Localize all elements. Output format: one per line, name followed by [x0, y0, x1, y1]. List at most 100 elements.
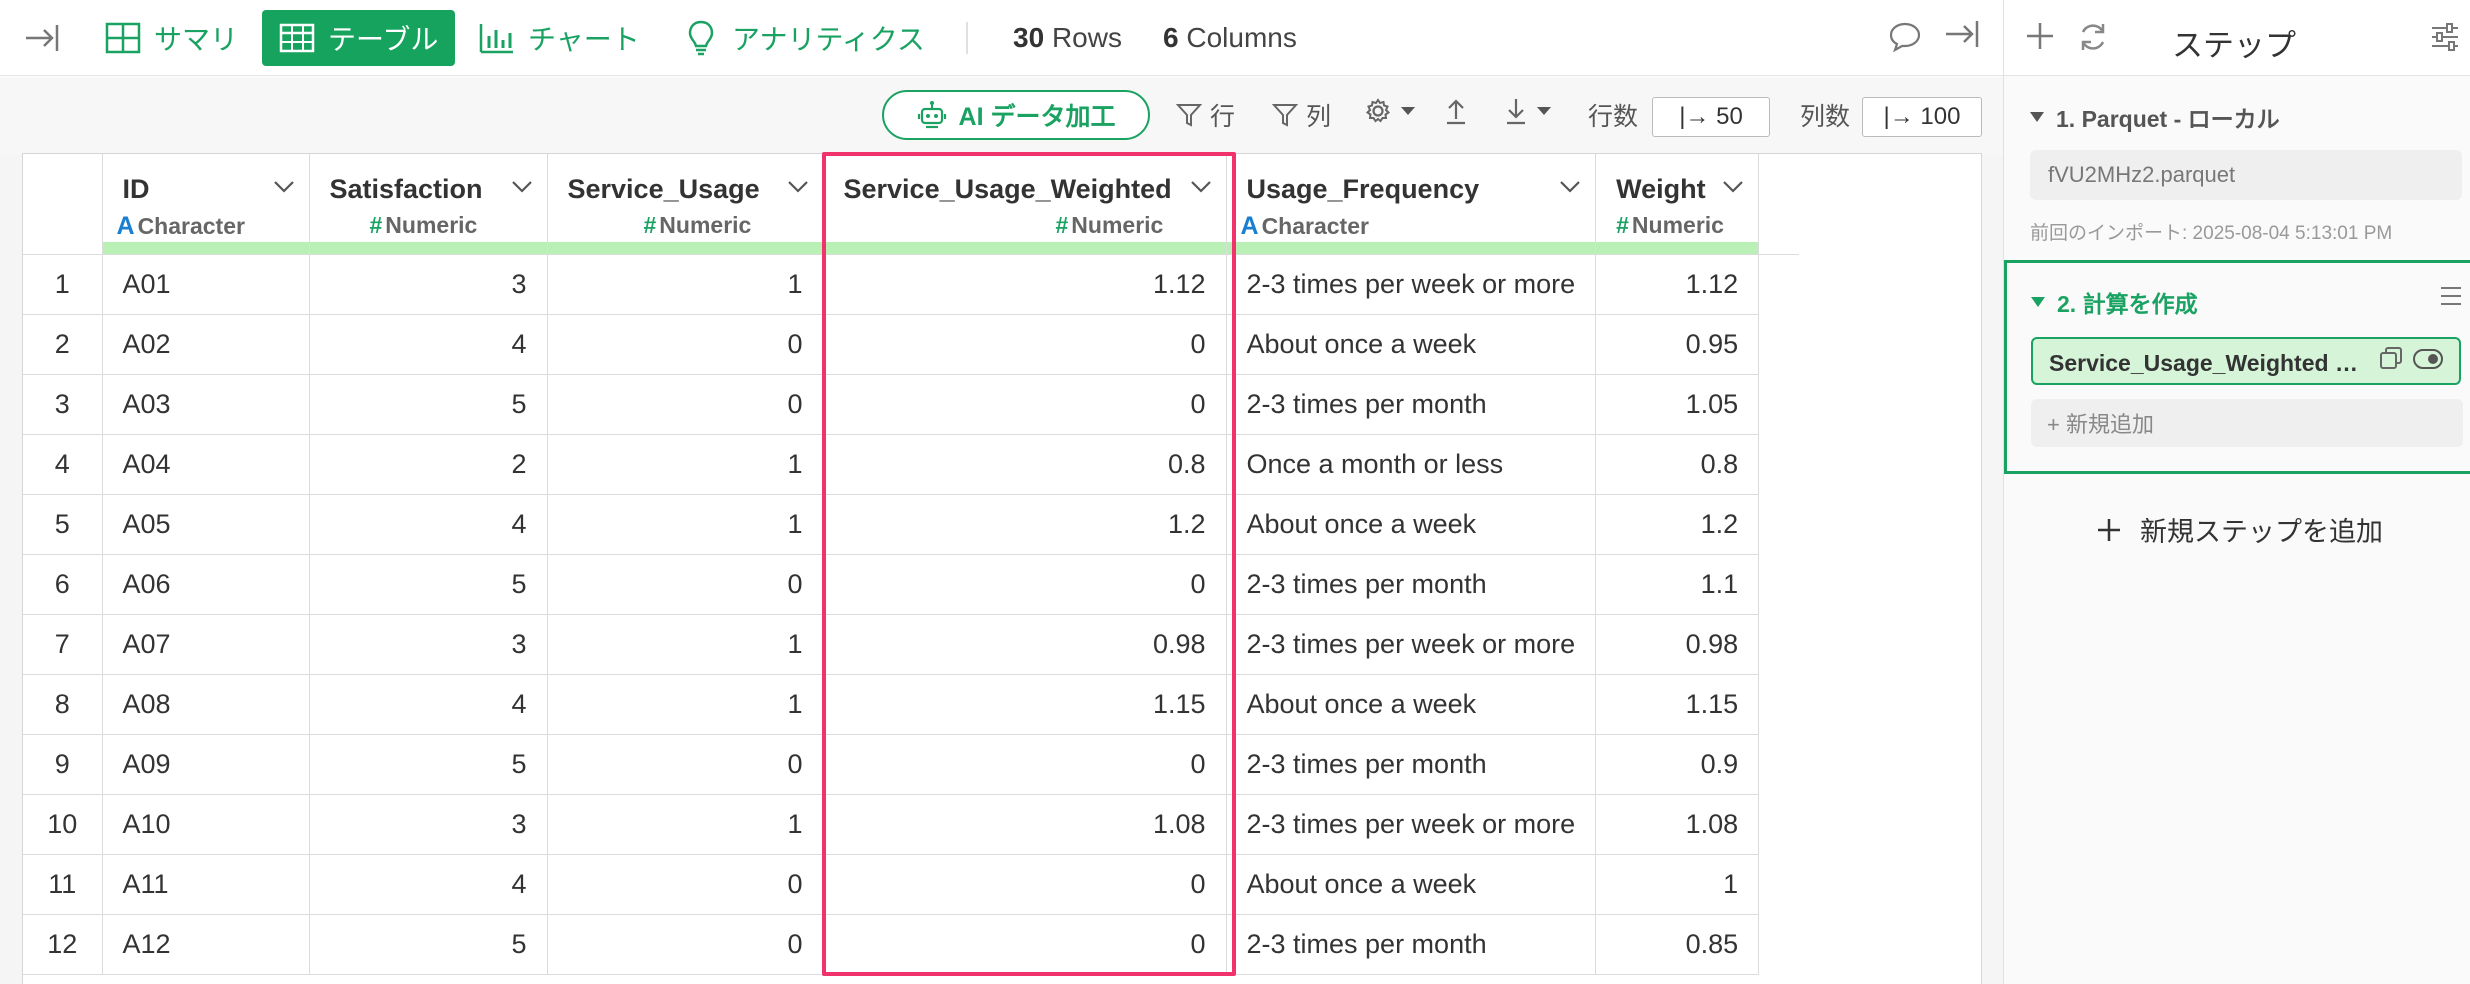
table-cell[interactable]: 1 — [547, 674, 824, 735]
table-cell[interactable]: A09 — [102, 734, 310, 795]
table-row[interactable]: 8 A08 4 1 1.15 About once a week 1.15 — [23, 674, 1799, 735]
table-cell[interactable]: 1.2 — [1595, 494, 1760, 555]
chevron-down-icon[interactable] — [1722, 180, 1744, 194]
table-row[interactable]: 9 A09 5 0 0 2-3 times per month 0.9 — [23, 734, 1799, 795]
chevron-down-icon[interactable] — [273, 180, 295, 194]
table-cell[interactable]: A10 — [102, 794, 310, 855]
table-cell[interactable]: 3 — [309, 254, 548, 315]
table-cell[interactable]: 1.12 — [823, 254, 1227, 315]
table-cell[interactable]: A01 — [102, 254, 310, 315]
column-header[interactable]: Weight # Numeric — [1595, 154, 1760, 255]
table-cell[interactable]: 0 — [547, 734, 824, 795]
column-header[interactable]: Service_Usage_Weighted # Numeric — [823, 154, 1227, 255]
chevron-down-icon[interactable] — [1559, 180, 1581, 194]
add-icon[interactable] — [2024, 20, 2056, 57]
table-cell[interactable]: About once a week — [1226, 854, 1597, 915]
table-cell[interactable]: 0 — [547, 314, 824, 375]
source-file-name[interactable]: fVU2MHz2.parquet — [2030, 150, 2462, 200]
table-cell[interactable]: 2-3 times per week or more — [1226, 614, 1597, 675]
collapse-right-icon[interactable] — [1944, 18, 1984, 58]
table-cell[interactable]: 2-3 times per month — [1226, 554, 1597, 615]
menu-icon[interactable] — [2439, 285, 2463, 312]
table-cell[interactable]: 4 — [309, 494, 548, 555]
rows-limit-input[interactable]: |→ 50 — [1652, 97, 1770, 137]
table-cell[interactable]: 1.05 — [1595, 374, 1760, 435]
tab-analytics[interactable]: アナリティクス — [666, 10, 941, 66]
table-cell[interactable]: 0 — [547, 554, 824, 615]
table-row[interactable]: 6 A06 5 0 0 2-3 times per month 1.1 — [23, 554, 1799, 615]
column-header[interactable]: ID A Character — [102, 154, 310, 255]
table-row[interactable]: 7 A07 3 1 0.98 2-3 times per week or more 0.98 — [23, 614, 1799, 675]
table-row[interactable]: 10 A10 3 1 1.08 2-3 times per week or more 1.0… — [23, 794, 1799, 855]
table-cell[interactable]: 1 — [547, 434, 824, 495]
add-new-item-button[interactable]: + 新規追加 — [2031, 399, 2463, 447]
table-row[interactable]: 3 A03 5 0 0 2-3 times per month 1.05 — [23, 374, 1799, 435]
table-cell[interactable]: 4 — [309, 674, 548, 735]
table-cell[interactable]: A05 — [102, 494, 310, 555]
column-filter-button[interactable]: 列 — [1272, 97, 1331, 133]
table-row[interactable]: 12 A12 5 0 0 2-3 times per month 0.85 — [23, 914, 1799, 975]
table-cell[interactable]: 3 — [309, 794, 548, 855]
copy-icon[interactable] — [2379, 346, 2403, 376]
table-cell[interactable]: 0 — [547, 914, 824, 975]
table-row[interactable]: 4 A04 2 1 0.8 Once a month or less 0.8 — [23, 434, 1799, 495]
column-header[interactable]: Satisfaction # Numeric — [309, 154, 548, 255]
step-2-title[interactable]: 2. 計算を作成 — [2031, 285, 2198, 319]
add-new-step-button[interactable]: 新規ステップを追加 — [2096, 510, 2383, 549]
table-cell[interactable]: 0.95 — [1595, 314, 1760, 375]
table-cell[interactable]: 0 — [547, 854, 824, 915]
toggle-visibility-icon[interactable] — [2413, 348, 2443, 375]
table-cell[interactable]: 2-3 times per month — [1226, 734, 1597, 795]
step-1-title[interactable]: 1. Parquet - ローカル — [2030, 100, 2280, 134]
table-row[interactable]: 2 A02 4 0 0 About once a week 0.95 — [23, 314, 1799, 375]
table-cell[interactable]: 0 — [823, 314, 1227, 375]
table-cell[interactable]: 0 — [823, 914, 1227, 975]
table-cell[interactable]: 5 — [309, 554, 548, 615]
table-cell[interactable]: 1.12 — [1595, 254, 1760, 315]
table-row[interactable]: 5 A05 4 1 1.2 About once a week 1.2 — [23, 494, 1799, 555]
table-cell[interactable]: 0 — [823, 374, 1227, 435]
cols-limit-input[interactable]: |→ 100 — [1862, 97, 1982, 137]
table-cell[interactable]: 2 — [309, 434, 548, 495]
chevron-down-icon[interactable] — [1190, 180, 1212, 194]
table-row[interactable]: 11 A11 4 0 0 About once a week 1 — [23, 854, 1799, 915]
table-cell[interactable]: 0.9 — [1595, 734, 1760, 795]
ai-data-processing-button[interactable]: AI データ加工 — [882, 90, 1150, 140]
table-cell[interactable]: 0.98 — [1595, 614, 1760, 675]
table-cell[interactable]: A03 — [102, 374, 310, 435]
table-cell[interactable]: 1.08 — [1595, 794, 1760, 855]
export-button[interactable] — [1444, 97, 1476, 125]
table-cell[interactable]: 0.98 — [823, 614, 1227, 675]
table-cell[interactable]: 5 — [309, 734, 548, 795]
table-cell[interactable]: A06 — [102, 554, 310, 615]
chevron-down-icon[interactable] — [787, 180, 809, 194]
table-cell[interactable]: A12 — [102, 914, 310, 975]
table-cell[interactable]: 1 — [547, 254, 824, 315]
table-cell[interactable]: 2-3 times per week or more — [1226, 794, 1597, 855]
table-cell[interactable]: 0 — [823, 734, 1227, 795]
table-cell[interactable]: 5 — [309, 374, 548, 435]
chevron-down-icon[interactable] — [511, 180, 533, 194]
table-cell[interactable]: 1.1 — [1595, 554, 1760, 615]
column-header[interactable]: Service_Usage # Numeric — [547, 154, 824, 255]
step-item-create-column[interactable]: Service_Usage_Weighted の作成 — [2031, 337, 2461, 385]
table-cell[interactable]: About once a week — [1226, 314, 1597, 375]
tab-chart[interactable]: チャート — [462, 10, 656, 66]
refresh-icon[interactable] — [2076, 20, 2110, 59]
table-cell[interactable]: A08 — [102, 674, 310, 735]
comment-icon[interactable] — [1888, 20, 1924, 56]
table-cell[interactable]: 0.85 — [1595, 914, 1760, 975]
table-cell[interactable]: 0 — [547, 374, 824, 435]
settings-dropdown-button[interactable] — [1364, 97, 1424, 125]
table-cell[interactable]: A04 — [102, 434, 310, 495]
table-cell[interactable]: 2-3 times per month — [1226, 914, 1597, 975]
table-cell[interactable]: 1 — [1595, 854, 1760, 915]
table-cell[interactable]: 1.2 — [823, 494, 1227, 555]
table-cell[interactable]: 0.8 — [1595, 434, 1760, 495]
table-cell[interactable]: About once a week — [1226, 674, 1597, 735]
table-cell[interactable]: 1 — [547, 794, 824, 855]
table-row[interactable]: 1 A01 3 1 1.12 2-3 times per week or more 1.12 — [23, 254, 1799, 315]
table-cell[interactable]: A11 — [102, 854, 310, 915]
table-cell[interactable]: 1 — [547, 614, 824, 675]
row-filter-button[interactable]: 行 — [1176, 97, 1235, 133]
